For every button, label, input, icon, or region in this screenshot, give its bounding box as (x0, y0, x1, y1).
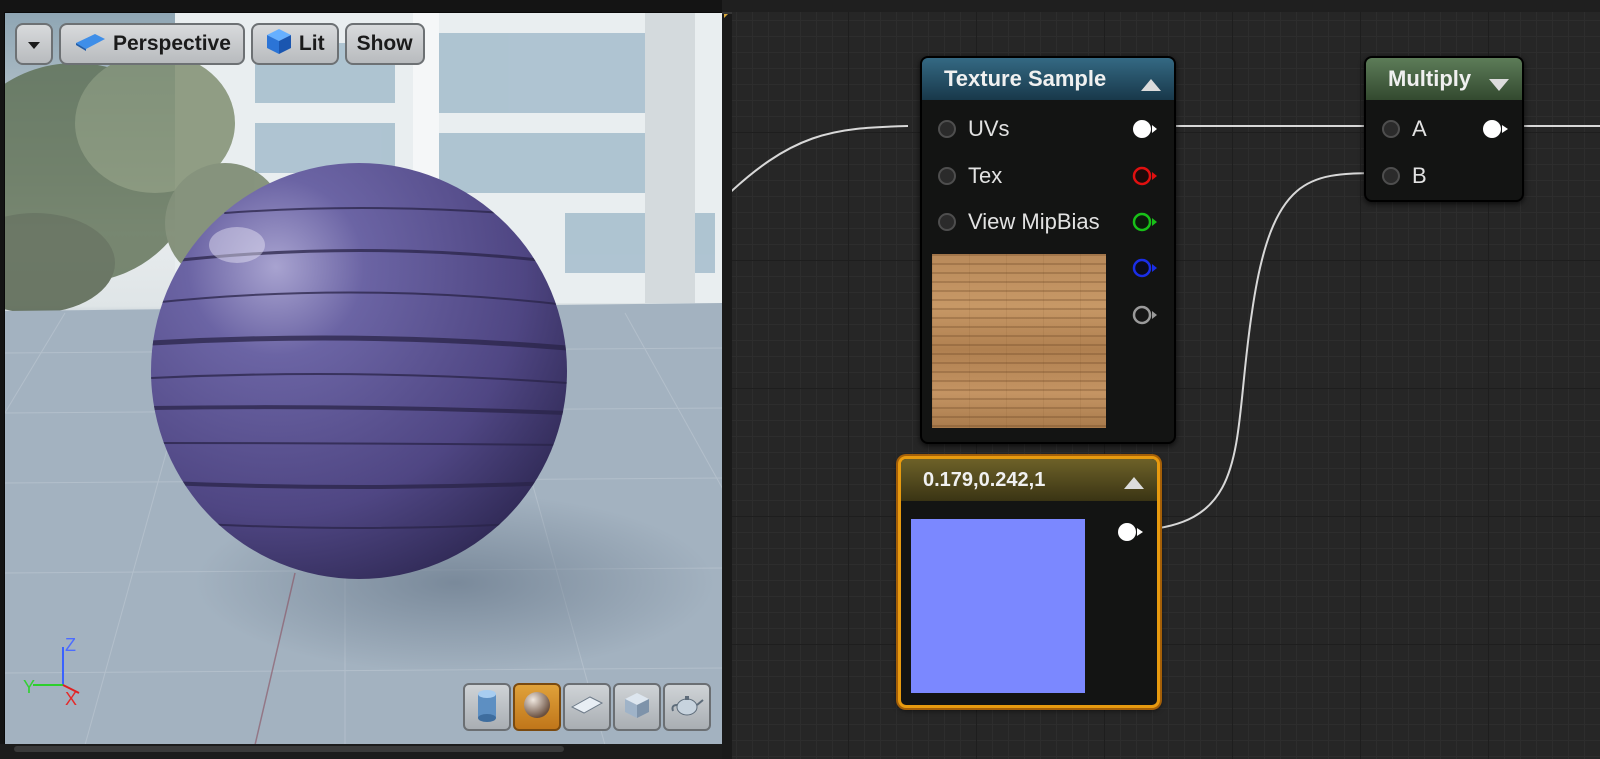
output-pin-r[interactable] (1132, 166, 1157, 186)
axis-y-label: Y (23, 677, 35, 697)
input-pin-icon[interactable] (938, 120, 956, 138)
cylinder-icon (473, 688, 501, 727)
pin-label-b: B (1412, 163, 1427, 188)
output-pin-g[interactable] (1132, 212, 1157, 232)
viewport-toolbar: Perspective Lit Show (15, 23, 425, 65)
plane-icon (570, 693, 604, 722)
output-pin-rgb[interactable] (1133, 120, 1157, 138)
texture-sample-node[interactable]: Texture Sample UVs Tex View MipBias (920, 56, 1176, 444)
multiply-title: Multiply (1388, 66, 1472, 91)
collapse-up-icon[interactable] (1140, 72, 1162, 98)
constant-color-swatch (911, 519, 1085, 693)
input-pin-uvs[interactable]: UVs (922, 114, 1010, 144)
texture-preview-wood (932, 254, 1106, 428)
wire-into-uvs (732, 125, 909, 193)
input-pin-a[interactable]: A (1366, 114, 1427, 144)
collapse-down-icon[interactable] (1488, 72, 1510, 98)
perspective-button[interactable]: Perspective (59, 23, 245, 65)
viewport-options-button[interactable] (15, 23, 53, 65)
preview-sphere-button[interactable] (513, 683, 561, 731)
input-pin-icon[interactable] (1382, 167, 1400, 185)
pin-label-view-mipbias: View MipBias (968, 209, 1100, 234)
input-pin-tex[interactable]: Tex (922, 161, 1002, 191)
perspective-camera-icon (73, 30, 107, 58)
preview-teapot-button[interactable] (663, 683, 711, 731)
viewport-scene (5, 13, 723, 745)
panel-splitter[interactable] (722, 0, 742, 759)
constant-vector-title: 0.179,0.242,1 (923, 468, 1046, 491)
show-label: Show (356, 32, 413, 55)
show-button[interactable]: Show (344, 23, 425, 65)
multiply-header[interactable]: Multiply (1366, 58, 1522, 100)
output-pin-a[interactable] (1132, 305, 1157, 325)
view-mode-lit-button[interactable]: Lit (250, 23, 339, 65)
constant-vector-header[interactable]: 0.179,0.242,1 (901, 459, 1157, 501)
pin-label-a: A (1412, 116, 1427, 141)
viewport-bottom-strip (0, 744, 722, 759)
constant-vector-node[interactable]: 0.179,0.242,1 (898, 456, 1160, 708)
input-pin-icon[interactable] (938, 167, 956, 185)
material-graph-canvas[interactable]: Texture Sample UVs Tex View MipBias Mult… (732, 12, 1600, 759)
input-pin-icon[interactable] (938, 213, 956, 231)
texture-output-pins[interactable] (1130, 118, 1160, 348)
material-preview-viewport[interactable]: Perspective Lit Show Z Y X (4, 12, 724, 746)
teapot-icon (670, 691, 704, 724)
input-pin-icon[interactable] (1382, 120, 1400, 138)
preview-cube-button[interactable] (613, 683, 661, 731)
preview-mesh-toolbar (463, 683, 711, 731)
texture-sample-title: Texture Sample (944, 66, 1107, 91)
caret-down-icon (27, 32, 41, 56)
preview-cylinder-button[interactable] (463, 683, 511, 731)
perspective-label: Perspective (113, 32, 231, 55)
texture-sample-header[interactable]: Texture Sample (922, 58, 1174, 100)
output-pin-b[interactable] (1132, 258, 1157, 278)
input-pin-b[interactable]: B (1366, 161, 1427, 191)
axis-gizmo: Z Y X (23, 635, 93, 710)
constant-output-pin[interactable] (1115, 521, 1147, 545)
lit-cube-icon (265, 27, 293, 61)
axis-z-label: Z (65, 635, 76, 655)
input-pin-view-mipbias[interactable]: View MipBias (922, 207, 1100, 237)
sphere-icon (521, 689, 553, 726)
wire-constant-to-multiply-b (1141, 172, 1379, 531)
multiply-output-pin[interactable] (1480, 118, 1512, 142)
panel-tab-bar (14, 746, 564, 752)
multiply-node[interactable]: Multiply A B (1364, 56, 1524, 202)
collapse-up-icon[interactable] (1123, 473, 1145, 496)
axis-x-label: X (65, 689, 77, 705)
lit-label: Lit (298, 32, 325, 55)
pin-label-uvs: UVs (968, 116, 1010, 141)
cube-icon (622, 690, 652, 725)
pin-label-tex: Tex (968, 163, 1003, 188)
preview-plane-button[interactable] (563, 683, 611, 731)
